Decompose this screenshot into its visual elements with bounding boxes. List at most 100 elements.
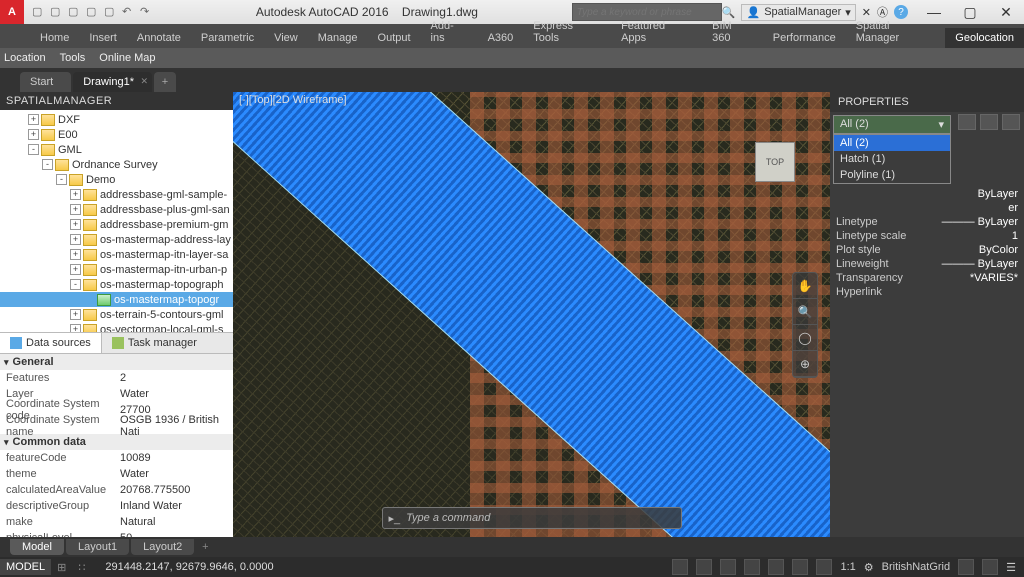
ribbon-tab-express-tools[interactable]: Express Tools bbox=[523, 16, 611, 48]
tree-row[interactable]: -Demo bbox=[0, 172, 233, 187]
prop-row[interactable]: Lineweight――― ByLayer bbox=[830, 257, 1024, 271]
model-button[interactable]: MODEL bbox=[0, 559, 51, 575]
data-tree[interactable]: +DXF+E00-GML-Ordnance Survey-Demo+addres… bbox=[0, 110, 233, 332]
prop-value[interactable] bbox=[928, 286, 1018, 298]
status-icon-2[interactable] bbox=[696, 559, 712, 575]
status-icon-7[interactable] bbox=[816, 559, 832, 575]
prop-row[interactable]: makeNatural bbox=[0, 514, 233, 530]
tree-row[interactable]: +os-mastermap-address-lay bbox=[0, 232, 233, 247]
ribbon-tab-featured-apps[interactable]: Featured Apps bbox=[611, 16, 702, 48]
prop-value[interactable]: Natural bbox=[120, 516, 233, 528]
prop-value[interactable]: 2 bbox=[120, 372, 233, 384]
prop-value[interactable]: 50 bbox=[120, 532, 233, 537]
orbit-icon[interactable]: ◯ bbox=[793, 325, 817, 351]
tree-row[interactable]: +DXF bbox=[0, 112, 233, 127]
prop-row[interactable]: Coordinate System nameOSGB 1936 / Britis… bbox=[0, 418, 233, 434]
prop-row[interactable]: er bbox=[830, 201, 1024, 215]
selectobj-icon[interactable] bbox=[1002, 114, 1020, 130]
navigation-bar[interactable]: ✋ 🔍 ◯ ⊕ bbox=[792, 272, 818, 378]
add-layout-button[interactable]: + bbox=[196, 541, 214, 553]
prop-value[interactable]: ByColor bbox=[928, 244, 1018, 256]
prop-row[interactable]: ByLayer bbox=[830, 187, 1024, 201]
selection-options[interactable]: All (2)Hatch (1)Polyline (1) bbox=[833, 134, 951, 184]
tree-expander[interactable]: + bbox=[70, 189, 81, 200]
tree-row[interactable]: +addressbase-gml-sample- bbox=[0, 187, 233, 202]
prop-value[interactable]: Water bbox=[120, 388, 233, 400]
tree-row[interactable]: os-mastermap-topogr bbox=[0, 292, 233, 307]
ribbon-tab-manage[interactable]: Manage bbox=[308, 28, 368, 48]
tree-expander[interactable]: + bbox=[70, 264, 81, 275]
doc-tab[interactable]: Drawing1*✕ bbox=[73, 72, 152, 92]
prop-row[interactable]: Plot styleByColor bbox=[830, 243, 1024, 257]
redo-icon[interactable]: ↷ bbox=[140, 5, 154, 19]
tree-expander[interactable]: + bbox=[28, 114, 39, 125]
tree-expander[interactable]: - bbox=[56, 174, 67, 185]
ribbon-tab-performance[interactable]: Performance bbox=[763, 28, 846, 48]
prop-row[interactable]: themeWater bbox=[0, 466, 233, 482]
ribbon-panel-location[interactable]: Location bbox=[4, 52, 46, 64]
tree-row[interactable]: +os-mastermap-itn-urban-p bbox=[0, 262, 233, 277]
quickselect-icon[interactable] bbox=[958, 114, 976, 130]
prop-row[interactable]: Hyperlink bbox=[830, 285, 1024, 299]
prop-row[interactable]: Linetype――― ByLayer bbox=[830, 215, 1024, 229]
viewcube-face[interactable]: TOP bbox=[755, 142, 795, 182]
ribbon-tab-spatial-manager[interactable]: Spatial Manager bbox=[846, 16, 946, 48]
ribbon-tab-a360[interactable]: A360 bbox=[478, 28, 524, 48]
prop-row[interactable]: physicalLevel50 bbox=[0, 530, 233, 537]
open-icon[interactable]: ▢ bbox=[50, 5, 64, 19]
doc-tab[interactable]: Start bbox=[20, 72, 71, 92]
new-icon[interactable]: ▢ bbox=[32, 5, 46, 19]
close-button[interactable]: ✕ bbox=[988, 2, 1024, 22]
prop-value[interactable]: Water bbox=[120, 468, 233, 480]
save-icon[interactable]: ▢ bbox=[68, 5, 82, 19]
tree-row[interactable]: +os-mastermap-itn-layer-sa bbox=[0, 247, 233, 262]
viewport-label[interactable]: [-][Top][2D Wireframe] bbox=[239, 94, 347, 106]
tree-row[interactable]: -os-mastermap-topograph bbox=[0, 277, 233, 292]
tree-row[interactable]: +E00 bbox=[0, 127, 233, 142]
ribbon-tab-view[interactable]: View bbox=[264, 28, 308, 48]
tree-row[interactable]: -Ordnance Survey bbox=[0, 157, 233, 172]
prop-value[interactable]: Inland Water bbox=[120, 500, 233, 512]
ribbon-tab-insert[interactable]: Insert bbox=[79, 28, 127, 48]
panel-tab-task-manager[interactable]: Task manager bbox=[102, 333, 207, 353]
prop-value[interactable]: 10089 bbox=[120, 452, 233, 464]
scale-label[interactable]: 1:1 bbox=[840, 561, 855, 573]
tree-row[interactable]: +addressbase-plus-gml-san bbox=[0, 202, 233, 217]
ribbon-tab-home[interactable]: Home bbox=[30, 28, 79, 48]
layout-tab[interactable]: Model bbox=[10, 539, 64, 555]
status-icon-9[interactable] bbox=[982, 559, 998, 575]
app-logo[interactable]: A bbox=[0, 0, 24, 24]
prop-row[interactable]: Transparency*VARIES* bbox=[830, 271, 1024, 285]
tree-row[interactable]: +addressbase-premium-gm bbox=[0, 217, 233, 232]
layout-tab[interactable]: Layout1 bbox=[66, 539, 129, 555]
tree-expander[interactable]: + bbox=[70, 204, 81, 215]
tree-expander[interactable]: + bbox=[28, 129, 39, 140]
selection-option[interactable]: All (2) bbox=[834, 135, 950, 151]
command-line[interactable]: ▸_ Type a command bbox=[382, 507, 682, 529]
tree-expander[interactable]: + bbox=[70, 249, 81, 260]
prop-value[interactable]: 1 bbox=[928, 230, 1018, 242]
status-icon-1[interactable] bbox=[672, 559, 688, 575]
selection-option[interactable]: Polyline (1) bbox=[834, 167, 950, 183]
prop-value[interactable]: er bbox=[928, 202, 1018, 214]
plot-icon[interactable]: ▢ bbox=[104, 5, 118, 19]
prop-row[interactable]: Features2 bbox=[0, 370, 233, 386]
prop-value[interactable]: ByLayer bbox=[928, 188, 1018, 200]
viewcube[interactable]: TOP bbox=[740, 132, 810, 202]
ribbon-tab-bim-360[interactable]: BIM 360 bbox=[702, 16, 763, 48]
status-icon-6[interactable] bbox=[792, 559, 808, 575]
status-icon-8[interactable] bbox=[958, 559, 974, 575]
prop-row[interactable]: calculatedAreaValue20768.775500 bbox=[0, 482, 233, 498]
ribbon-tab-annotate[interactable]: Annotate bbox=[127, 28, 191, 48]
add-tab-button[interactable]: + bbox=[154, 72, 176, 92]
drawing-canvas[interactable]: [-][Top][2D Wireframe] TOP ✋ 🔍 ◯ ⊕ ▸_ Ty… bbox=[233, 92, 830, 537]
property-grid[interactable]: GeneralFeatures2LayerWaterCoordinate Sys… bbox=[0, 354, 233, 537]
pikadd-icon[interactable] bbox=[980, 114, 998, 130]
tree-expander[interactable]: + bbox=[70, 324, 81, 332]
tree-expander[interactable]: + bbox=[70, 234, 81, 245]
tree-row[interactable]: +os-terrain-5-contours-gml bbox=[0, 307, 233, 322]
tree-expander[interactable]: - bbox=[42, 159, 53, 170]
steering-icon[interactable]: ⊕ bbox=[793, 351, 817, 377]
selection-current[interactable]: All (2) ▾ bbox=[833, 115, 951, 134]
grid-icon[interactable]: ⊞ bbox=[51, 559, 72, 576]
